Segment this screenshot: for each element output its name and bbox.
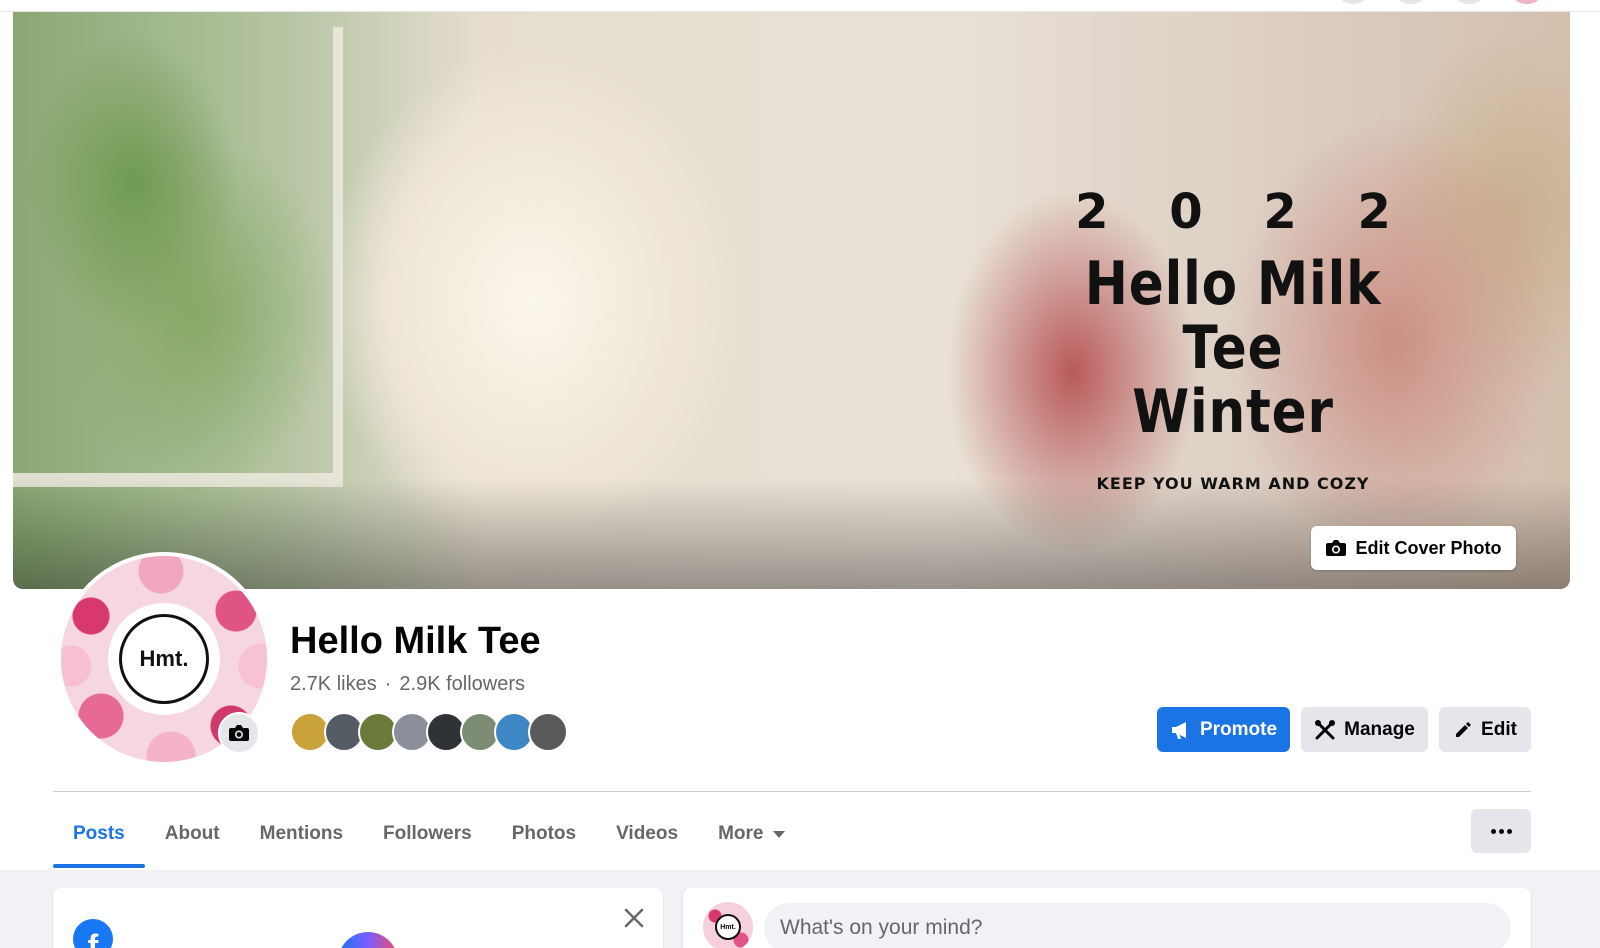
edit-cover-photo-button[interactable]: Edit Cover Photo: [1311, 526, 1516, 570]
composer-avatar[interactable]: Hmt.: [703, 902, 753, 948]
tab-label: Photos: [511, 823, 577, 844]
caret-down-icon: [773, 830, 786, 838]
cover-text-block: 2 0 2 2 Hello Milk Tee Winter KEEP YOU W…: [1013, 182, 1453, 493]
page-stats: 2.7K likes · 2.9K followers: [290, 673, 525, 696]
cover-year: 2 0 2 2: [1075, 184, 1413, 240]
tab-label: Followers: [383, 823, 472, 844]
cover-window-decor: [13, 27, 343, 487]
profile-logo-text: Hmt.: [119, 614, 209, 704]
nav-icon[interactable]: [1340, 0, 1366, 4]
cover-subtitle: KEEP YOU WARM AND COZY: [1096, 474, 1370, 493]
nav-icon[interactable]: [1456, 0, 1482, 4]
tab-videos[interactable]: Videos: [596, 800, 698, 868]
update-profile-picture-button[interactable]: [218, 712, 260, 754]
tab-label: More: [718, 823, 764, 844]
post-composer: Hmt. What's on your mind?: [683, 888, 1531, 948]
tab-followers[interactable]: Followers: [363, 800, 492, 868]
followers-count[interactable]: 2.9K followers: [399, 673, 525, 696]
tab-posts[interactable]: Posts: [53, 800, 145, 868]
pencil-icon: [1456, 721, 1472, 737]
page-tabs: Posts About Mentions Followers Photos Vi…: [53, 800, 805, 868]
close-icon[interactable]: [618, 902, 650, 934]
edit-label: Edit: [1481, 718, 1517, 740]
tab-photos[interactable]: Photos: [492, 800, 596, 868]
camera-icon: [229, 725, 249, 741]
megaphone-icon: [1171, 721, 1186, 739]
stats-separator: ·: [384, 673, 392, 695]
tools-icon: [1315, 719, 1336, 739]
profile-logo-badge: Hmt.: [108, 603, 220, 715]
header-divider: [53, 791, 1531, 792]
account-avatar[interactable]: [1514, 0, 1540, 4]
tab-label: About: [164, 823, 220, 844]
tab-more[interactable]: More: [698, 800, 805, 868]
manage-button[interactable]: Manage: [1301, 707, 1428, 752]
facebook-logo-icon: f: [73, 919, 113, 948]
tab-about[interactable]: About: [145, 800, 240, 868]
top-nav-bar: [0, 0, 1600, 12]
tab-label: Mentions: [259, 823, 344, 844]
dot: [1506, 828, 1512, 834]
dot: [1498, 828, 1504, 834]
tab-mentions[interactable]: Mentions: [240, 800, 363, 868]
follower-avatar[interactable]: [528, 712, 568, 752]
follower-avatars: [290, 712, 568, 752]
composer-input[interactable]: What's on your mind?: [764, 903, 1511, 948]
page-title[interactable]: Hello Milk Tee: [290, 620, 541, 663]
manage-label: Manage: [1344, 718, 1415, 740]
cover-title-line1: Hello Milk Tee: [1084, 249, 1382, 383]
cover-photo: 2 0 2 2 Hello Milk Tee Winter KEEP YOU W…: [13, 12, 1570, 589]
camera-icon: [1326, 540, 1347, 556]
edit-cover-photo-label: Edit Cover Photo: [1355, 537, 1502, 558]
promote-label: Promote: [1199, 718, 1278, 740]
composer-avatar-text: Hmt.: [715, 914, 741, 940]
nav-icon[interactable]: [1398, 0, 1424, 4]
promote-button[interactable]: Promote: [1157, 707, 1290, 752]
more-options-button[interactable]: [1471, 809, 1531, 853]
cover-title-line2: Winter: [1132, 377, 1334, 447]
edit-page-button[interactable]: Edit: [1439, 707, 1531, 752]
promo-card: f: [53, 888, 663, 948]
likes-count[interactable]: 2.7K likes: [290, 673, 377, 696]
dot: [1490, 828, 1496, 834]
tab-label: Videos: [616, 823, 679, 844]
tab-label: Posts: [73, 823, 125, 844]
meta-graphic: [338, 932, 398, 948]
